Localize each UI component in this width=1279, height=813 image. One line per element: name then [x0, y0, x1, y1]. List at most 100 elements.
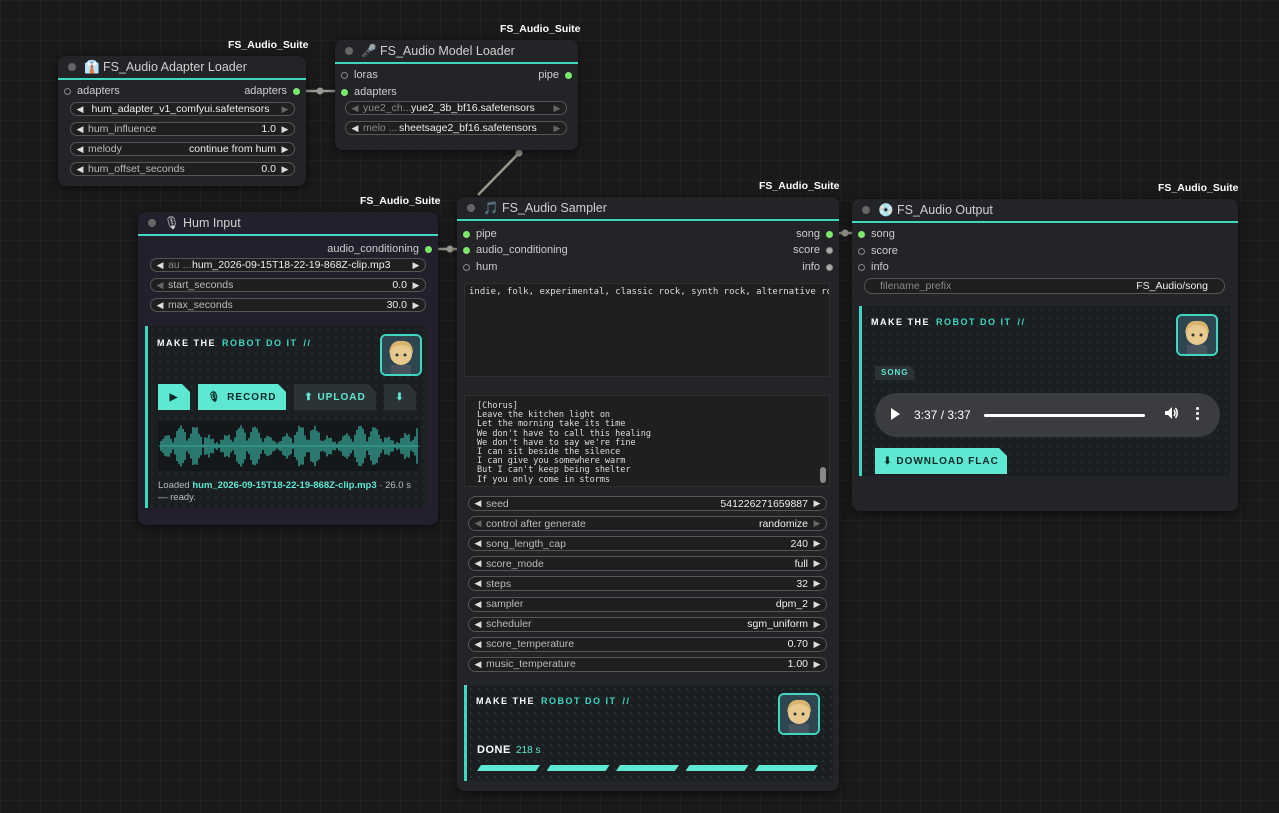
left-arrow-icon[interactable]: ◀ [75, 104, 85, 115]
model-combo[interactable]: ◀ yue2_ch... yue2_3b_bf16.safetensors ▶ [345, 101, 567, 115]
left-arrow-icon[interactable]: ◀ [473, 518, 483, 529]
left-arrow-icon[interactable]: ◀ [155, 280, 165, 291]
node-header[interactable]: 🎙 Hum Input [138, 212, 438, 236]
sampler-node[interactable]: 🎵 FS_Audio Sampler pipe audio_conditioni… [457, 197, 839, 791]
left-arrow-icon[interactable]: ◀ [155, 300, 165, 311]
slot-dot[interactable] [463, 246, 470, 254]
left-arrow-icon[interactable]: ◀ [473, 558, 483, 569]
left-arrow-icon[interactable]: ◀ [75, 164, 85, 175]
play-icon[interactable] [891, 408, 900, 420]
right-arrow-icon[interactable]: ▶ [812, 498, 822, 509]
right-arrow-icon[interactable]: ▶ [812, 599, 822, 610]
adapter-loader-node[interactable]: 👔 FS_Audio Adapter Loader adapters adapt… [58, 56, 306, 186]
right-arrow-icon[interactable]: ▶ [411, 260, 421, 271]
waveform-box[interactable] [158, 421, 420, 471]
input-slot-pipe[interactable]: pipe [457, 228, 497, 240]
volume-icon[interactable] [1163, 405, 1179, 424]
node-header[interactable]: 👔 FS_Audio Adapter Loader [58, 56, 306, 80]
left-arrow-icon[interactable]: ◀ [473, 498, 483, 509]
node-header[interactable]: 🎵 FS_Audio Sampler [457, 197, 839, 221]
lyrics-scrollbar[interactable] [820, 467, 826, 483]
slot-dot[interactable] [858, 230, 865, 238]
filename-prefix-widget[interactable]: filename_prefix FS_Audio/song [864, 278, 1225, 294]
slot-dot[interactable] [341, 71, 348, 79]
slot-dot[interactable] [463, 230, 470, 238]
right-arrow-icon[interactable]: ▶ [411, 280, 421, 291]
right-arrow-icon[interactable]: ▶ [812, 639, 822, 650]
lyrics-textarea[interactable]: [Chorus] Leave the kitchen light on Let … [464, 395, 830, 487]
slot-dot[interactable] [858, 247, 865, 255]
adapter-combo[interactable]: ◀ hum_adapter_v1_comfyui.safetensors ▶ [70, 102, 295, 116]
left-arrow-icon[interactable]: ◀ [350, 123, 360, 134]
collapse-dot[interactable] [467, 204, 475, 212]
right-arrow-icon[interactable]: ▶ [280, 164, 290, 175]
right-arrow-icon[interactable]: ▶ [812, 578, 822, 589]
left-arrow-icon[interactable]: ◀ [473, 599, 483, 610]
hum-influence-widget[interactable]: ◀ hum_influence 1.0 ▶ [70, 122, 295, 136]
node-header[interactable]: 🎤 FS_Audio Model Loader [335, 40, 578, 64]
output-slot-pipe[interactable]: pipe [538, 69, 578, 81]
collapse-dot[interactable] [345, 47, 353, 55]
tags-textarea[interactable]: indie, folk, experimental, classic rock,… [464, 283, 830, 377]
left-arrow-icon[interactable]: ◀ [155, 260, 165, 271]
slot-dot[interactable] [293, 87, 300, 95]
left-arrow-icon[interactable]: ◀ [75, 124, 85, 135]
collapse-dot[interactable] [148, 219, 156, 227]
sampler-widget-control-after-generate[interactable]: ◀ control after generate randomize ▶ [468, 516, 827, 532]
slot-dot[interactable] [565, 71, 572, 79]
sampler-widget-steps[interactable]: ◀ steps 32 ▶ [468, 576, 827, 592]
right-arrow-icon[interactable]: ▶ [280, 124, 290, 135]
audio-file-combo[interactable]: ◀ au ... hum_2026-09-15T18-22-19-868Z-clip… [150, 258, 426, 272]
right-arrow-icon[interactable]: ▶ [552, 103, 562, 114]
output-node[interactable]: 💿 FS_Audio Output song score info filena… [852, 199, 1238, 511]
hum-offset-widget[interactable]: ◀ hum_offset_seconds 0.0 ▶ [70, 162, 295, 176]
melody-widget[interactable]: ◀ melody continue from hum ▶ [70, 142, 295, 156]
player-track[interactable] [984, 414, 1145, 417]
right-arrow-icon[interactable]: ▶ [812, 619, 822, 630]
sampler-widget-sampler[interactable]: ◀ sampler dpm_2 ▶ [468, 596, 827, 612]
sampler-widget-music-temperature[interactable]: ◀ music_temperature 1.00 ▶ [468, 656, 827, 672]
right-arrow-icon[interactable]: ▶ [812, 659, 822, 670]
node-header[interactable]: 💿 FS_Audio Output [852, 199, 1238, 223]
right-arrow-icon[interactable]: ▶ [280, 144, 290, 155]
melody-model-combo[interactable]: ◀ melo ... sheetsage2_bf16.safetensors ▶ [345, 121, 567, 135]
left-arrow-icon[interactable]: ◀ [473, 538, 483, 549]
input-slot-score[interactable]: score [852, 245, 898, 257]
left-arrow-icon[interactable]: ◀ [473, 619, 483, 630]
input-slot-loras[interactable]: loras [335, 69, 378, 81]
slot-dot[interactable] [826, 230, 833, 238]
download-flac-button[interactable]: ⬇ DOWNLOAD FLAC [875, 448, 1007, 474]
right-arrow-icon[interactable]: ▶ [411, 300, 421, 311]
output-slot-score[interactable]: score [793, 244, 839, 256]
input-slot-audio-conditioning[interactable]: audio_conditioning [457, 244, 568, 256]
play-button[interactable]: ▶ [158, 384, 190, 410]
right-arrow-icon[interactable]: ▶ [812, 538, 822, 549]
sampler-widget-song-length-cap[interactable]: ◀ song_length_cap 240 ▶ [468, 536, 827, 552]
output-slot-info[interactable]: info [802, 261, 839, 273]
max-seconds-widget[interactable]: ◀ max_seconds 30.0 ▶ [150, 298, 426, 312]
slot-dot[interactable] [425, 245, 432, 253]
slot-dot[interactable] [858, 263, 865, 271]
audio-player[interactable]: 3:37 / 3:37 [875, 393, 1220, 437]
right-arrow-icon[interactable]: ▶ [812, 558, 822, 569]
slot-dot[interactable] [826, 246, 833, 254]
slot-dot[interactable] [463, 263, 470, 271]
left-arrow-icon[interactable]: ◀ [473, 639, 483, 650]
slot-dot[interactable] [826, 263, 833, 271]
left-arrow-icon[interactable]: ◀ [75, 144, 85, 155]
output-slot-song[interactable]: song [796, 228, 839, 240]
collapse-dot[interactable] [862, 206, 870, 214]
input-slot-song[interactable]: song [852, 228, 895, 240]
model-loader-node[interactable]: 🎤 FS_Audio Model Loader loras adapters p… [335, 40, 578, 150]
sampler-widget-seed[interactable]: ◀ seed 541226271659887 ▶ [468, 496, 827, 511]
upload-button[interactable]: ⬆ UPLOAD [294, 384, 376, 410]
sampler-widget-score-temperature[interactable]: ◀ score_temperature 0.70 ▶ [468, 636, 827, 652]
input-slot-adapters[interactable]: adapters [335, 86, 397, 98]
output-slot-adapters[interactable]: adapters [244, 85, 306, 97]
right-arrow-icon[interactable]: ▶ [552, 123, 562, 134]
slot-dot[interactable] [341, 88, 348, 96]
right-arrow-icon[interactable]: ▶ [812, 518, 822, 529]
left-arrow-icon[interactable]: ◀ [473, 578, 483, 589]
left-arrow-icon[interactable]: ◀ [350, 103, 360, 114]
input-slot-info[interactable]: info [852, 261, 889, 273]
